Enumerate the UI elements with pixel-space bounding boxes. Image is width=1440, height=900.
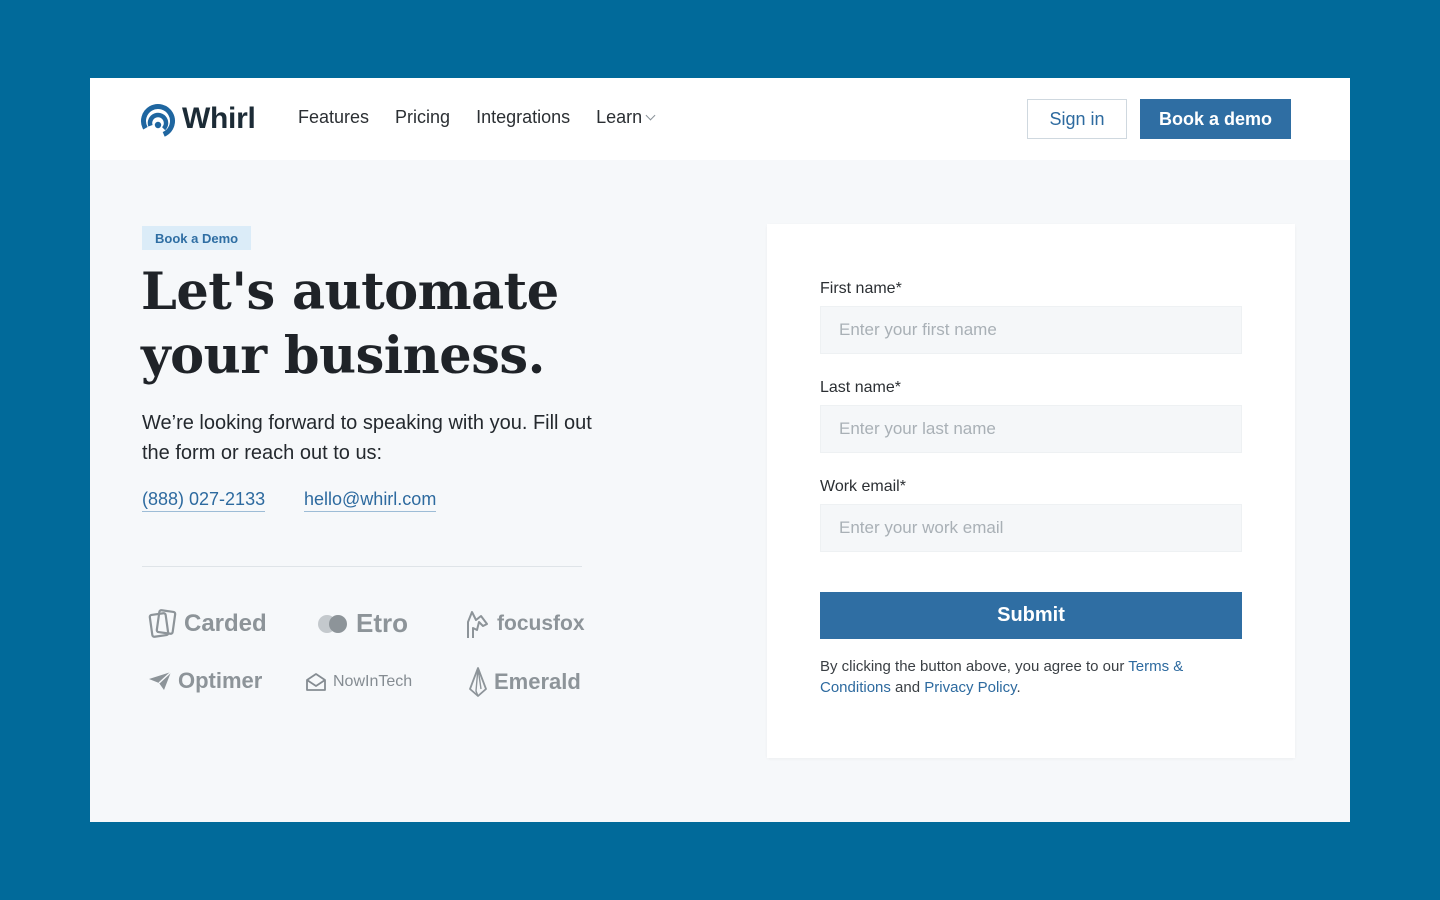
client-logo-etro: Etro [316,608,408,639]
sign-in-button[interactable]: Sign in [1027,99,1127,139]
client-name: Etro [356,608,408,638]
nav-pricing[interactable]: Pricing [395,107,450,128]
divider [142,566,582,567]
client-name: Optimer [178,668,263,693]
phone-link[interactable]: (888) 027-2133 [142,489,266,512]
envelope-icon [306,673,326,691]
paper-plane-icon [149,671,172,690]
first-name-input[interactable] [820,306,1242,354]
email-link[interactable]: hello@whirl.com [304,489,437,512]
main-nav: Features Pricing Integrations Learn [298,107,680,128]
work-email-input[interactable] [820,504,1242,552]
first-name-label: First name* [820,280,902,297]
demo-form-card: First name* Last name* Work email* Submi… [767,224,1295,758]
nav-integrations[interactable]: Integrations [476,107,570,128]
last-name-label: Last name* [820,379,901,396]
carded-logo-icon [148,609,177,638]
work-email-label: Work email* [820,478,906,495]
legal-prefix: By clicking the button above, you agree … [820,658,1129,675]
brand-logo[interactable]: Whirl [140,99,256,139]
section-badge: Book a Demo [142,226,252,250]
nav-learn[interactable]: Learn [596,107,656,128]
client-logo-carded: Carded [148,608,267,640]
client-logo-focusfox: focusfox [463,608,585,640]
site-header: Whirl Features Pricing Integrations Lear… [90,78,1350,160]
client-logo-optimer: Optimer [148,668,262,694]
book-demo-button[interactable]: Book a demo [1140,99,1291,139]
whirl-logo-icon [140,100,176,138]
client-logo-emerald: Emerald [468,667,581,697]
client-name: Emerald [494,669,581,694]
brand-name: Whirl [182,102,256,135]
etro-logo-icon [318,614,347,633]
headline-line-2: your business. [141,326,545,386]
client-logo-nowintech: NowInTech [305,672,412,692]
emerald-gem-icon [469,667,487,697]
client-name: focusfox [497,612,585,635]
hero-lead-text: We’re looking forward to speaking with y… [142,412,592,464]
legal-suffix: . [1016,679,1021,696]
privacy-link[interactable]: Privacy Policy [924,679,1016,696]
last-name-input[interactable] [820,405,1242,453]
nav-learn-label: Learn [596,107,643,127]
chevron-down-icon [645,110,656,121]
page-headline: Let's automate your business. [141,260,661,388]
submit-button[interactable]: Submit [820,592,1242,639]
client-name: NowInTech [333,673,413,690]
focusfox-logo-icon [467,611,488,638]
legal-and: and [890,679,925,696]
nav-features[interactable]: Features [298,107,369,128]
client-name: Carded [184,610,267,637]
page-frame: Whirl Features Pricing Integrations Lear… [90,78,1350,822]
legal-text: By clicking the button above, you agree … [820,656,1242,698]
headline-line-1: Let's automate [141,262,559,322]
